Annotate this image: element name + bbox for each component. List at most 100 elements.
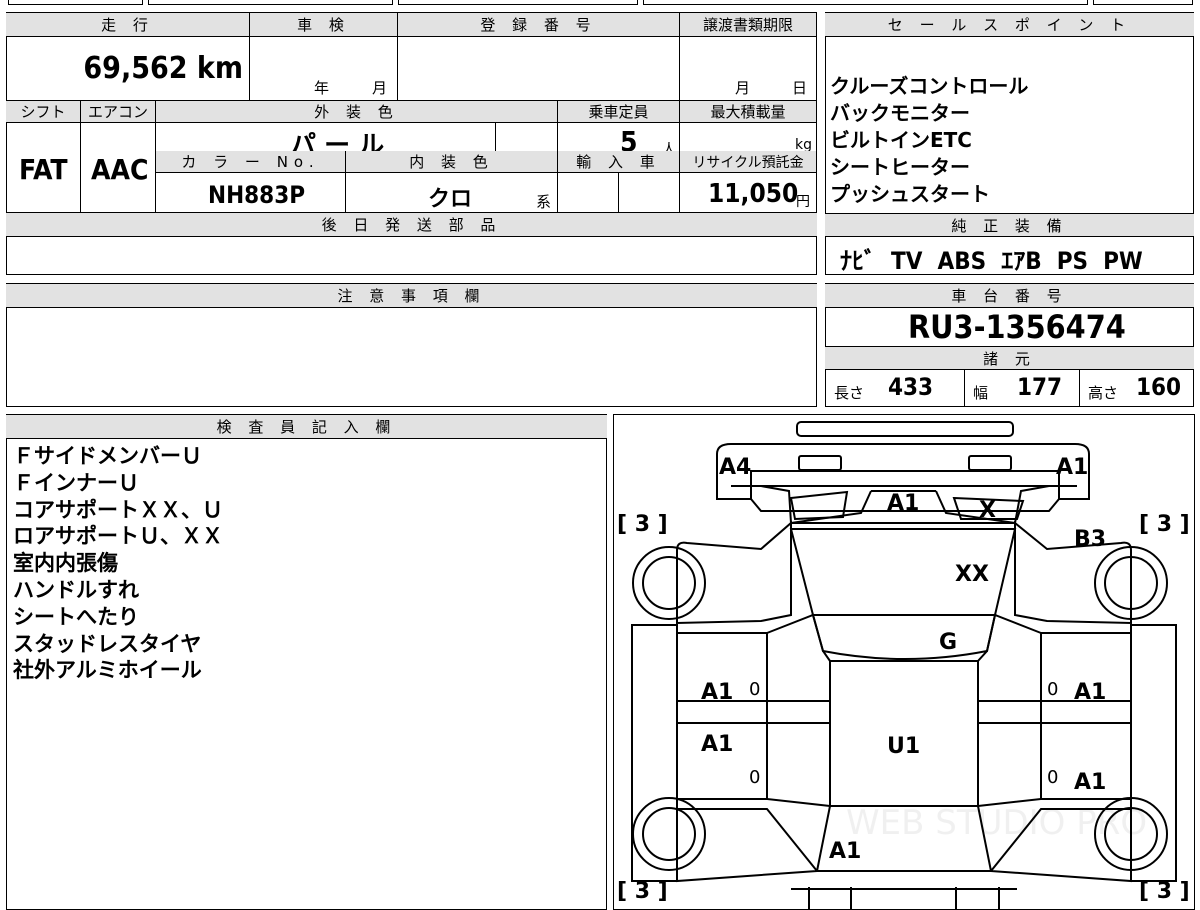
chassis-panel: 車 台 番 号 RU3-1356474 諸 元 長さ 433 幅 177 高さ … <box>825 283 1194 407</box>
inspector-notes-list: ＦサイドメンバーＵ ＦインナーＵ コアサポートＸＸ、Ｕ ロアサポートＵ、ＸＸ 室… <box>13 443 223 684</box>
mark-left-zero-2: 0 <box>749 767 760 788</box>
specs-header: 諸 元 <box>825 346 1194 370</box>
inspector-panel: 検 査 員 記 入 欄 ＦサイドメンバーＵ ＦインナーＵ コアサポートＸＸ、Ｕ … <box>6 414 607 910</box>
transfer-month-unit: 月 <box>735 79 751 97</box>
mark-rear-left-tire: [ 3 ] <box>617 879 668 904</box>
sales-point-item: プッシュスタート <box>830 182 990 206</box>
caution-header: 注 意 事 項 欄 <box>6 284 817 308</box>
top-strip-5 <box>1093 0 1193 5</box>
ac-header: エアコン <box>80 101 155 123</box>
recycle-header: リサイクル預託金 <box>679 151 816 173</box>
mark-right-zero-1: 0 <box>1047 679 1058 700</box>
sales-point-item: シートヒーター <box>830 155 970 179</box>
capacity-header: 乗車定員 <box>557 101 679 123</box>
max-load-header: 最大積載量 <box>679 101 816 123</box>
mark-roof: U1 <box>887 734 920 759</box>
mark-right-front-fender: B3 <box>1074 527 1106 552</box>
mark-front-door-left: A1 <box>701 680 733 705</box>
sales-point-item: ビルトインETC <box>830 128 972 152</box>
mark-front-right-tire: [ 3 ] <box>1139 512 1190 537</box>
recycle-fee-unit: 円 <box>796 194 810 210</box>
inspector-note: ＦサイドメンバーＵ <box>13 444 202 468</box>
mark-rear-door-left: A1 <box>701 732 733 757</box>
shaken-year-unit: 年 <box>314 79 330 97</box>
car-diagram: WEB STUDIO PRO A4 A1 A1 X XX G A1 A1 A1 … <box>617 421 1190 909</box>
mark-hood-right: X <box>979 498 996 523</box>
mark-right-zero-2: 0 <box>1047 767 1058 788</box>
sales-points-list: クルーズコントロール バックモニター ビルトインETC シートヒーター プッシュ… <box>830 73 1028 208</box>
chassis-header: 車 台 番 号 <box>825 284 1194 308</box>
color-no-header: カ ラ ー No. <box>155 151 345 173</box>
ac-cell: AAC <box>80 123 155 213</box>
spec-length-cell: 長さ 433 <box>826 370 964 406</box>
transfer-deadline-header: 譲渡書類期限 <box>679 13 816 37</box>
exterior-color-header: 外 装 色 <box>155 101 557 123</box>
inspector-note: 室内内張傷 <box>13 551 118 576</box>
shaken-header: 車 検 <box>249 13 397 37</box>
mark-left-zero-1: 0 <box>749 679 760 700</box>
mark-windshield: XX <box>955 562 989 587</box>
sales-point-item: クルーズコントロール <box>830 74 1029 98</box>
caution-panel: 注 意 事 項 欄 <box>6 283 817 407</box>
inspector-note: シートへたり <box>13 604 139 629</box>
color-no-cell: NH883P <box>155 173 345 213</box>
top-strip-3 <box>398 0 638 5</box>
import-cell-2 <box>618 173 679 213</box>
later-parts-cell <box>7 237 816 274</box>
later-parts-header: 後 日 発 送 部 品 <box>6 213 817 237</box>
import-cell-1 <box>557 173 618 213</box>
recycle-fee-value: 11,050 <box>708 179 799 209</box>
interior-color-cell: クロ 系 <box>345 173 557 213</box>
registration-header: 登 録 番 号 <box>397 13 679 37</box>
length-label: 長さ <box>834 384 865 402</box>
top-strip-2 <box>148 0 393 5</box>
chassis-number: RU3-1356474 <box>908 308 1126 346</box>
mark-rear-right-tire: [ 3 ] <box>1139 879 1190 904</box>
inspector-note: ロアサポートＵ、ＸＸ <box>13 524 223 549</box>
mark-front-door-right: A1 <box>1074 680 1106 705</box>
height-value: 160 <box>1136 373 1182 401</box>
mileage-value: 69,562 km <box>83 51 243 86</box>
interior-color-value: クロ <box>428 187 473 212</box>
top-strip-1 <box>8 0 143 5</box>
mark-front-right-corner: A1 <box>1056 455 1088 480</box>
shaken-month-unit: 月 <box>372 79 388 97</box>
registration-cell <box>397 37 679 101</box>
ac-value: AAC <box>91 153 149 186</box>
equipment-value: ﾅﾋﾞ TV ABS ｴｱB PS PW <box>840 247 1143 275</box>
shift-cell: FAT <box>7 123 80 213</box>
width-value: 177 <box>1017 373 1063 401</box>
inspector-note: ハンドルすれ <box>13 577 139 602</box>
shift-header: シフト <box>6 101 80 123</box>
inspector-note: スタッドレスタイヤ <box>13 631 202 656</box>
mark-front-left-corner: A4 <box>719 455 751 480</box>
interior-color-suffix: 系 <box>536 193 552 211</box>
top-strip-4 <box>643 0 1088 5</box>
mark-front-left-tire: [ 3 ] <box>617 512 668 537</box>
shaken-cell: 年 月 <box>249 37 397 101</box>
length-value: 433 <box>888 373 934 401</box>
transfer-deadline-cell: 月 日 <box>679 37 816 101</box>
watermark: WEB STUDIO PRO <box>846 803 1147 843</box>
height-label: 高さ <box>1088 384 1119 402</box>
spec-height-cell: 高さ 160 <box>1079 370 1193 406</box>
spec-width-cell: 幅 177 <box>964 370 1079 406</box>
equipment-header: 純 正 装 備 <box>825 213 1194 237</box>
mileage-header: 走 行 <box>6 13 249 37</box>
inspector-header: 検 査 員 記 入 欄 <box>6 415 607 439</box>
transfer-day-unit: 日 <box>792 79 808 97</box>
mark-cowl: G <box>939 630 957 655</box>
mileage-cell: 69,562 km <box>7 37 249 101</box>
inspector-note: コアサポートＸＸ、Ｕ <box>13 497 223 522</box>
inspector-note: ＦインナーＵ <box>13 470 139 495</box>
sales-points-panel: セ ー ル ス ポ イ ン ト クルーズコントロール バックモニター ビルトイン… <box>825 12 1194 275</box>
color-no-value: NH883P <box>208 181 306 209</box>
sales-points-header: セ ー ル ス ポ イ ン ト <box>825 13 1194 37</box>
mark-hood-left: A1 <box>887 491 919 516</box>
width-label: 幅 <box>973 384 989 402</box>
mark-tailgate: A1 <box>829 839 861 864</box>
recycle-cell: 11,050 円 <box>679 173 816 213</box>
damage-diagram-panel: WEB STUDIO PRO A4 A1 A1 X XX G A1 A1 A1 … <box>613 414 1195 910</box>
sales-point-item: バックモニター <box>830 101 970 125</box>
vehicle-info-table: 走 行 車 検 登 録 番 号 譲渡書類期限 69,562 km 年 月 月 日… <box>6 12 817 275</box>
